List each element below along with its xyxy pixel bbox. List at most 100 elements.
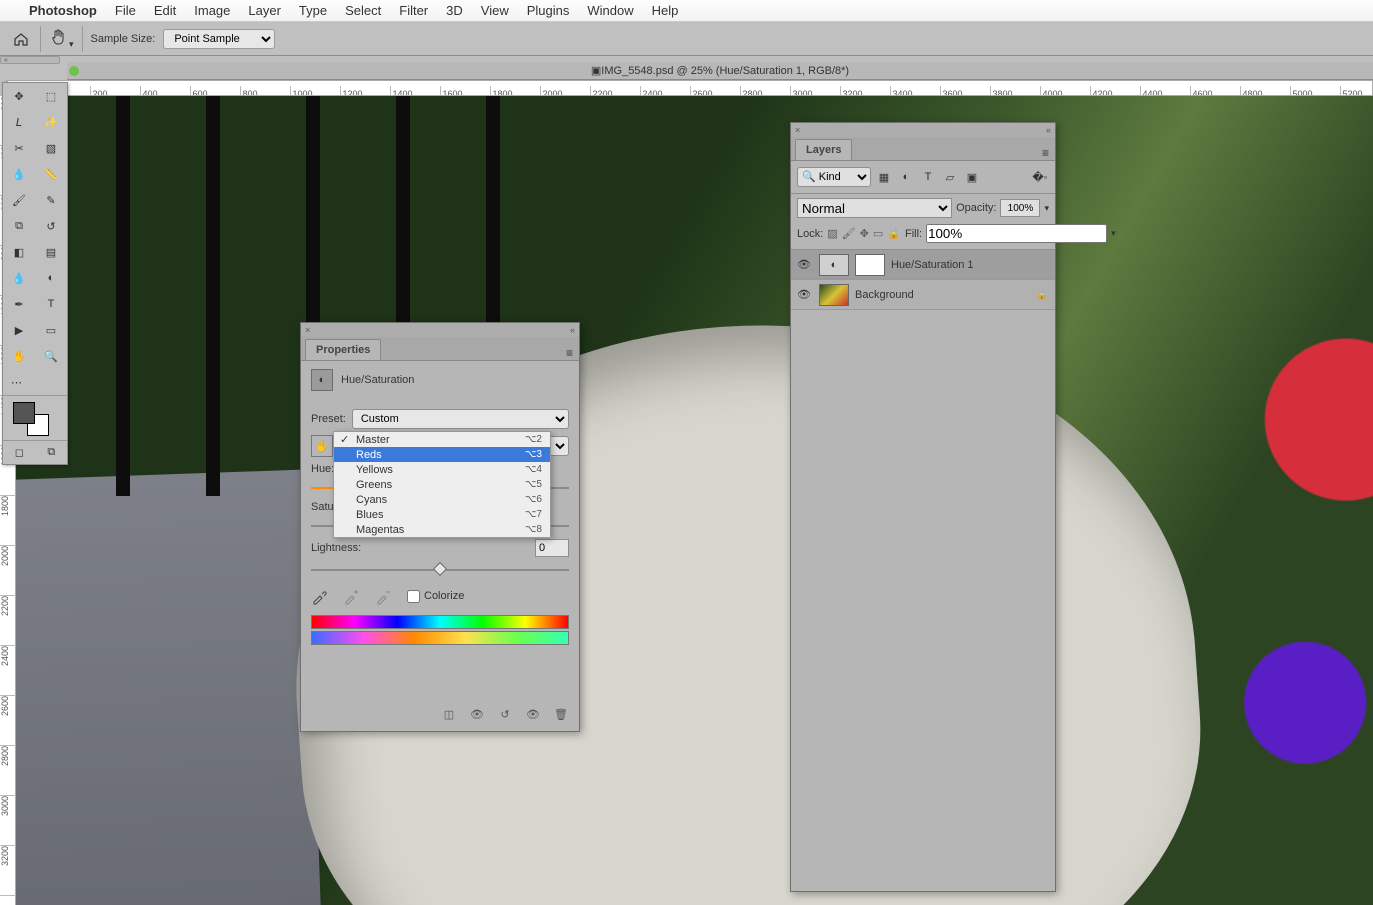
type-tool[interactable]: T: [35, 291, 67, 317]
panel-menu-icon[interactable]: ≡: [1036, 146, 1055, 160]
lightness-slider[interactable]: [311, 563, 569, 577]
eyedropper-minus-icon[interactable]: [375, 587, 393, 605]
menu-window[interactable]: Window: [578, 3, 642, 18]
clip-to-layer-icon[interactable]: ◫: [439, 705, 459, 723]
slice-tool[interactable]: ▧: [35, 135, 67, 161]
sample-size-select[interactable]: Point Sample: [163, 29, 275, 49]
zoom-tool[interactable]: 🔍: [35, 343, 67, 369]
menu-image[interactable]: Image: [185, 3, 239, 18]
close-icon[interactable]: ×: [795, 125, 800, 135]
layer-name[interactable]: Hue/Saturation 1: [891, 259, 974, 271]
layer-name[interactable]: Background: [855, 289, 914, 301]
lock-artboard-icon[interactable]: ▭: [873, 226, 883, 242]
dropdown-option-master[interactable]: ✓Master⌥2: [334, 432, 550, 447]
dropdown-option-blues[interactable]: Blues⌥7: [334, 507, 550, 522]
collapse-icon[interactable]: «: [1046, 125, 1051, 135]
pen-tool[interactable]: ✒: [3, 291, 35, 317]
hue-spectrum-source[interactable]: [311, 615, 569, 629]
delete-icon[interactable]: 🗑: [551, 705, 571, 723]
layer-row[interactable]: 👁 ◐ Hue/Saturation 1: [791, 250, 1055, 280]
history-brush-tool[interactable]: ↺: [35, 213, 67, 239]
opacity-value[interactable]: [1000, 199, 1040, 217]
close-icon[interactable]: ×: [305, 325, 310, 335]
dropdown-option-magentas[interactable]: Magentas⌥8: [334, 522, 550, 537]
dropdown-option-yellows[interactable]: Yellows⌥4: [334, 462, 550, 477]
home-button[interactable]: [10, 28, 32, 50]
more-tools[interactable]: ⋯: [3, 369, 67, 395]
horizontal-ruler[interactable]: 2004006008001000120014001600180020002200…: [6, 80, 1373, 96]
window-maximize-dot[interactable]: [69, 66, 79, 76]
magic-wand-tool[interactable]: ✨: [35, 109, 67, 135]
clone-stamp-tool[interactable]: ⧉: [3, 213, 35, 239]
panel-collapse-handle[interactable]: «: [0, 56, 60, 64]
layer-thumbnail[interactable]: [819, 284, 849, 306]
visibility-icon[interactable]: 👁: [797, 288, 813, 301]
foreground-color[interactable]: [13, 402, 35, 424]
eyedropper-icon[interactable]: [311, 587, 329, 605]
toggle-visibility-icon[interactable]: 👁: [523, 705, 543, 723]
layer-row[interactable]: 👁 Background 🔒: [791, 280, 1055, 310]
menu-edit[interactable]: Edit: [145, 3, 185, 18]
lightness-value[interactable]: [535, 539, 569, 557]
menu-file[interactable]: File: [106, 3, 145, 18]
collapse-icon[interactable]: «: [570, 325, 575, 335]
lock-position-icon[interactable]: ✥: [860, 226, 869, 242]
fill-value[interactable]: [926, 224, 1107, 243]
targeted-adjust-icon[interactable]: ✋: [311, 435, 333, 457]
shape-tool[interactable]: ▭: [35, 317, 67, 343]
pencil-tool[interactable]: ✎: [35, 187, 67, 213]
filter-toggle-icon[interactable]: �◦: [1031, 168, 1049, 186]
layer-mask-thumbnail[interactable]: [855, 254, 885, 276]
lock-paint-icon[interactable]: 🖌: [842, 226, 856, 242]
lasso-tool[interactable]: 𝘓: [3, 109, 35, 135]
properties-tab[interactable]: Properties: [305, 339, 381, 360]
menu-help[interactable]: Help: [643, 3, 688, 18]
menu-plugins[interactable]: Plugins: [518, 3, 579, 18]
menu-filter[interactable]: Filter: [390, 3, 437, 18]
eyedropper-plus-icon[interactable]: [343, 587, 361, 605]
blend-mode-select[interactable]: Normal: [797, 198, 952, 218]
ruler-tool[interactable]: 📏: [35, 161, 67, 187]
hand-tool-icon[interactable]: ▾: [49, 27, 74, 50]
path-select-tool[interactable]: ▶: [3, 317, 35, 343]
dodge-tool[interactable]: ◐: [35, 265, 67, 291]
view-previous-icon[interactable]: 👁: [467, 705, 487, 723]
filter-shape-icon[interactable]: ▱: [941, 168, 959, 186]
eyedropper-tool[interactable]: 💧: [3, 161, 35, 187]
hue-spectrum-result[interactable]: [311, 631, 569, 645]
reset-icon[interactable]: ↺: [495, 705, 515, 723]
menu-layer[interactable]: Layer: [239, 3, 290, 18]
filter-pixel-icon[interactable]: ▦: [875, 168, 893, 186]
color-swatches[interactable]: [3, 396, 67, 440]
dropdown-option-greens[interactable]: Greens⌥5: [334, 477, 550, 492]
layer-thumbnail[interactable]: ◐: [819, 254, 849, 276]
hand-tool[interactable]: ✋: [3, 343, 35, 369]
dropdown-option-cyans[interactable]: Cyans⌥6: [334, 492, 550, 507]
dropdown-option-reds[interactable]: Reds⌥3: [334, 447, 550, 462]
crop-tool[interactable]: ✂: [3, 135, 35, 161]
brush-tool[interactable]: 🖌: [3, 187, 35, 213]
quick-mask-icon[interactable]: ◻: [15, 446, 24, 459]
layers-tab[interactable]: Layers: [795, 139, 852, 160]
move-tool[interactable]: ✥: [3, 83, 35, 109]
lock-all-icon[interactable]: 🔒: [887, 226, 901, 242]
menu-type[interactable]: Type: [290, 3, 336, 18]
screen-mode-icon[interactable]: ⧉: [47, 446, 55, 459]
lock-transparency-icon[interactable]: ▨: [827, 226, 837, 242]
filter-type-icon[interactable]: T: [919, 168, 937, 186]
filter-smart-icon[interactable]: ▣: [963, 168, 981, 186]
gradient-tool[interactable]: ▤: [35, 239, 67, 265]
menu-view[interactable]: View: [472, 3, 518, 18]
app-name[interactable]: Photoshop: [20, 3, 106, 18]
menu-select[interactable]: Select: [336, 3, 390, 18]
filter-kind-select[interactable]: 🔍 Kind: [797, 167, 871, 187]
visibility-icon[interactable]: 👁: [797, 258, 813, 271]
eraser-tool[interactable]: ◧: [3, 239, 35, 265]
preset-select[interactable]: Custom: [352, 409, 569, 429]
menu-3d[interactable]: 3D: [437, 3, 472, 18]
filter-adjust-icon[interactable]: ◐: [897, 168, 915, 186]
blur-tool[interactable]: 💧: [3, 265, 35, 291]
canvas[interactable]: [16, 96, 1373, 905]
marquee-tool[interactable]: ⬚: [35, 83, 67, 109]
colorize-checkbox[interactable]: [407, 590, 420, 603]
